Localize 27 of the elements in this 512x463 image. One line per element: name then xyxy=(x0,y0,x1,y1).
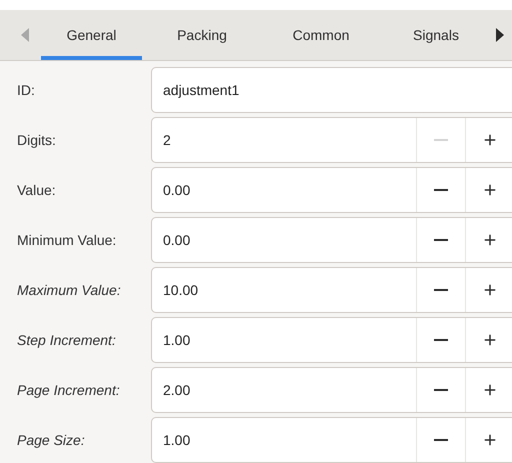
scroll-right-arrow-icon[interactable] xyxy=(496,28,504,42)
property-label: Value: xyxy=(16,180,57,200)
tab[interactable]: Signals xyxy=(380,10,492,60)
spin-field[interactable]: 2 xyxy=(151,117,512,163)
spin-field[interactable]: 10.00 xyxy=(151,267,512,313)
spin-field[interactable]: 0.00 xyxy=(151,217,512,263)
plus-icon xyxy=(482,382,498,398)
spin-field[interactable]: 0.00 xyxy=(151,167,512,213)
plus-icon xyxy=(482,132,498,148)
spin-field[interactable]: 1.00 xyxy=(151,417,512,463)
spin-field[interactable]: 1.00 xyxy=(151,317,512,363)
text-field[interactable]: adjustment1 xyxy=(151,67,512,113)
plus-icon xyxy=(482,182,498,198)
property-label: Step Increment: xyxy=(16,330,117,350)
tab[interactable]: Common xyxy=(262,10,380,60)
plus-icon xyxy=(482,232,498,248)
property-label: Page Size: xyxy=(16,430,86,450)
spin-field[interactable]: 2.00 xyxy=(151,367,512,413)
plus-icon xyxy=(482,332,498,348)
plus-icon xyxy=(482,282,498,298)
property-label: Digits: xyxy=(16,130,57,150)
property-label: Minimum Value: xyxy=(16,230,118,250)
property-label: Page Increment: xyxy=(16,380,121,400)
tab[interactable]: Packing xyxy=(142,10,262,60)
property-label: ID: xyxy=(16,80,36,100)
property-label: Maximum Value: xyxy=(16,280,122,300)
plus-icon xyxy=(482,432,498,448)
